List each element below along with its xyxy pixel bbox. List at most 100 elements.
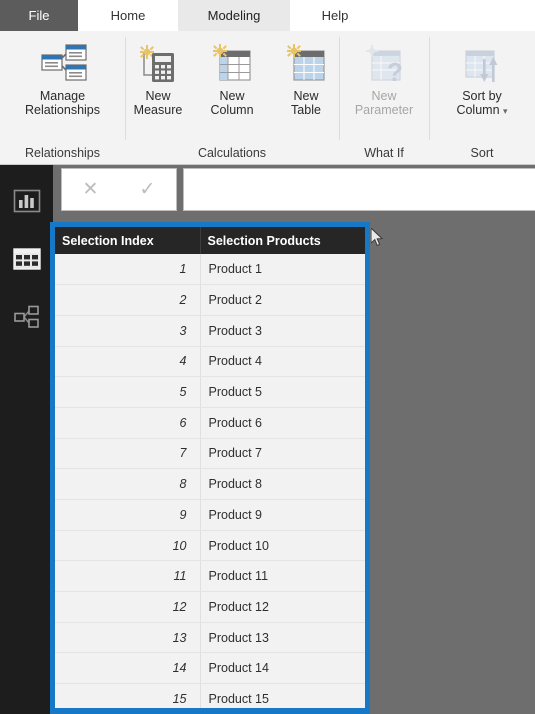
manage-relationships-button[interactable]: Manage Relationships bbox=[3, 35, 123, 117]
cell-selection-product[interactable]: Product 8 bbox=[200, 468, 365, 500]
ribbon-tab-bar: File Home Modeling Help bbox=[0, 0, 535, 31]
new-measure-label-line1: New bbox=[145, 89, 171, 103]
close-icon[interactable]: ✕ bbox=[83, 180, 99, 199]
cell-selection-index[interactable]: 2 bbox=[55, 284, 201, 316]
cell-selection-index[interactable]: 6 bbox=[55, 407, 201, 439]
table-row[interactable]: 11 Product 11 bbox=[55, 560, 365, 593]
new-column-icon bbox=[210, 41, 254, 87]
cell-selection-index[interactable]: 9 bbox=[55, 499, 201, 531]
manage-relationships-label-line2: Relationships bbox=[24, 103, 101, 117]
table-row[interactable]: 9 Product 9 bbox=[55, 499, 365, 531]
table-row[interactable]: 12 Product 12 bbox=[55, 591, 365, 623]
new-parameter-label-line2: Parameter bbox=[354, 103, 414, 117]
manage-relationships-label-line1: Manage bbox=[39, 89, 86, 103]
cell-selection-index[interactable]: 10 bbox=[55, 530, 201, 562]
cell-selection-product[interactable]: Product 9 bbox=[200, 499, 365, 531]
table-row[interactable]: 2 Product 2 bbox=[55, 284, 365, 316]
cell-selection-product[interactable]: Product 14 bbox=[200, 652, 365, 685]
column-header-selection-products[interactable]: Selection Products bbox=[200, 227, 365, 254]
sort-by-column-label-line2: Column bbox=[456, 103, 500, 117]
ribbon-group-sort: Sort by Column ▾ Sort bbox=[429, 31, 535, 164]
new-table-button[interactable]: New Table bbox=[269, 35, 343, 117]
table-row[interactable]: 14 Product 14 bbox=[55, 652, 365, 685]
new-column-label-line1: New bbox=[219, 89, 245, 103]
data-view-icon bbox=[12, 248, 41, 270]
cell-selection-index[interactable]: 13 bbox=[55, 622, 201, 654]
cell-selection-product[interactable]: Product 15 bbox=[200, 683, 365, 708]
cell-selection-index[interactable]: 7 bbox=[55, 438, 201, 470]
data-grid[interactable]: Selection Index Selection Products 1 Prod… bbox=[50, 222, 370, 714]
table-row[interactable]: 5 Product 5 bbox=[55, 376, 365, 408]
tab-home[interactable]: Home bbox=[78, 0, 178, 31]
sort-by-column-label: Sort by Column ▾ bbox=[456, 89, 507, 118]
data-table: Selection Index Selection Products 1 Prod… bbox=[55, 227, 365, 708]
tab-file[interactable]: File bbox=[0, 0, 78, 31]
table-row[interactable]: 15 Product 15 bbox=[55, 683, 365, 708]
cell-selection-index[interactable]: 5 bbox=[55, 376, 201, 408]
tab-home-label: Home bbox=[110, 8, 146, 23]
sort-by-column-button[interactable]: Sort by Column ▾ bbox=[438, 35, 526, 118]
cell-selection-product[interactable]: Product 12 bbox=[200, 591, 365, 623]
ribbon-group-label-sort: Sort bbox=[470, 146, 494, 160]
cell-selection-index[interactable]: 4 bbox=[55, 346, 201, 378]
ribbon-group-whatif: ? New Parameter What If bbox=[339, 31, 429, 164]
manage-relationships-icon bbox=[38, 41, 88, 87]
tab-file-label: File bbox=[28, 8, 50, 23]
sidebar-item-model-view[interactable] bbox=[0, 294, 53, 340]
mouse-cursor bbox=[370, 226, 385, 248]
table-row[interactable]: 3 Product 3 bbox=[55, 315, 365, 347]
cell-selection-index[interactable]: 14 bbox=[55, 652, 201, 685]
cell-selection-index[interactable]: 12 bbox=[55, 591, 201, 623]
cell-selection-product[interactable]: Product 13 bbox=[200, 622, 365, 654]
new-measure-label: New Measure bbox=[134, 89, 183, 117]
table-row[interactable]: 7 Product 7 bbox=[55, 438, 365, 470]
cell-selection-product[interactable]: Product 3 bbox=[200, 315, 365, 347]
report-view-icon bbox=[13, 189, 40, 213]
cell-selection-index[interactable]: 1 bbox=[55, 254, 201, 286]
new-table-icon bbox=[284, 41, 328, 87]
new-measure-icon bbox=[136, 41, 180, 87]
new-parameter-button[interactable]: ? New Parameter bbox=[341, 35, 427, 117]
formula-input[interactable] bbox=[183, 168, 535, 211]
ribbon-group-label-whatif: What If bbox=[364, 146, 404, 160]
table-row[interactable]: 4 Product 4 bbox=[55, 346, 365, 378]
check-icon[interactable]: ✓ bbox=[140, 180, 156, 199]
cell-selection-product[interactable]: Product 6 bbox=[200, 407, 365, 439]
tab-modeling[interactable]: Modeling bbox=[178, 0, 290, 31]
new-parameter-label-line1: New bbox=[371, 89, 397, 103]
table-header: Selection Index Selection Products bbox=[55, 227, 365, 254]
cell-selection-product[interactable]: Product 1 bbox=[200, 254, 365, 286]
sidebar-item-data-view[interactable] bbox=[0, 236, 53, 282]
new-table-label: New Table bbox=[291, 89, 321, 117]
table-row[interactable]: 8 Product 8 bbox=[55, 468, 365, 500]
cell-selection-product[interactable]: Product 10 bbox=[200, 530, 365, 562]
new-measure-button[interactable]: New Measure bbox=[121, 35, 195, 117]
cell-selection-index[interactable]: 3 bbox=[55, 315, 201, 347]
table-row[interactable]: 6 Product 6 bbox=[55, 407, 365, 439]
table-header-row: Selection Index Selection Products bbox=[55, 227, 365, 254]
cell-selection-product[interactable]: Product 2 bbox=[200, 284, 365, 316]
tab-help-label: Help bbox=[321, 8, 349, 23]
table-row[interactable]: 10 Product 10 bbox=[55, 530, 365, 562]
cell-selection-product[interactable]: Product 7 bbox=[200, 438, 365, 470]
chevron-down-icon[interactable]: ▾ bbox=[503, 106, 508, 116]
tab-help[interactable]: Help bbox=[290, 0, 380, 31]
new-column-button[interactable]: New Column bbox=[195, 35, 269, 117]
sidebar-item-report-view[interactable] bbox=[0, 178, 53, 224]
formula-bar-actions: ✕ ✓ bbox=[61, 168, 177, 211]
power-bi-window: File Home Modeling Help Manage Relations… bbox=[0, 0, 535, 714]
new-table-label-line1: New bbox=[293, 89, 319, 103]
table-row[interactable]: 13 Product 13 bbox=[55, 622, 365, 654]
cell-selection-index[interactable]: 8 bbox=[55, 468, 201, 500]
cell-selection-product[interactable]: Product 11 bbox=[200, 560, 365, 593]
column-header-selection-index[interactable]: Selection Index bbox=[55, 227, 201, 254]
sort-by-column-label-line1: Sort by bbox=[462, 89, 502, 103]
cell-selection-product[interactable]: Product 4 bbox=[200, 346, 365, 378]
new-parameter-label: New Parameter bbox=[355, 89, 413, 117]
table-row[interactable]: 1 Product 1 bbox=[55, 254, 365, 286]
cell-selection-index[interactable]: 11 bbox=[55, 560, 201, 593]
ribbon-group-label-relationships: Relationships bbox=[24, 146, 101, 160]
cell-selection-index[interactable]: 15 bbox=[55, 683, 201, 708]
ribbon-group-label-calculations: Calculations bbox=[197, 146, 267, 160]
cell-selection-product[interactable]: Product 5 bbox=[200, 376, 365, 408]
